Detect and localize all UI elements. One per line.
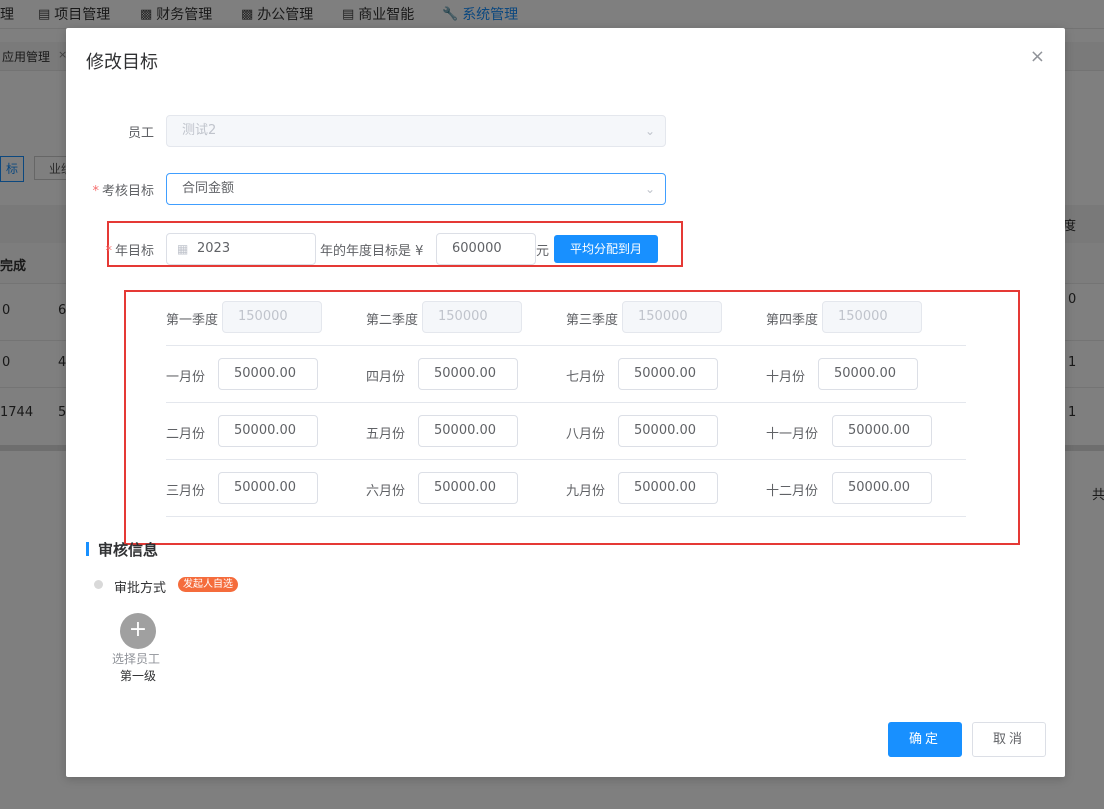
required-mark: * xyxy=(92,184,99,199)
level-label: 第一级 xyxy=(120,669,157,683)
quarter-label: 第一季度 xyxy=(166,313,219,328)
month-input[interactable]: 50000.00 xyxy=(832,472,932,504)
target-select[interactable]: 合同金额 ⌄ xyxy=(166,173,666,205)
year-label-text: 年目标 xyxy=(114,244,154,259)
quarter-value: 150000 xyxy=(238,309,288,324)
section-accent-bar xyxy=(86,542,89,556)
month-value: 50000.00 xyxy=(634,480,697,495)
grid-divider xyxy=(166,345,966,346)
month-label: 十一月份 xyxy=(766,427,819,442)
month-value: 50000.00 xyxy=(434,480,497,495)
target-label: * 考核目标 xyxy=(76,180,154,199)
month-input[interactable]: 50000.00 xyxy=(218,415,318,447)
month-value: 50000.00 xyxy=(434,366,497,381)
select-employee-label: 选择员工 xyxy=(112,652,161,666)
year-picker[interactable]: ▦ 2023 xyxy=(166,233,316,265)
required-mark: * xyxy=(105,244,112,259)
year-text: 年的年度目标是 ¥ xyxy=(320,244,424,259)
month-value: 50000.00 xyxy=(848,423,911,438)
calendar-icon: ▦ xyxy=(177,242,189,256)
approval-method-label: 审批方式 xyxy=(114,581,167,596)
month-value: 50000.00 xyxy=(434,423,497,438)
month-value: 50000.00 xyxy=(234,423,297,438)
employee-select: 测试2 ⌄ xyxy=(166,115,666,147)
distribute-button[interactable]: 平均分配到月 xyxy=(554,235,658,263)
month-input[interactable]: 50000.00 xyxy=(818,358,918,390)
month-label: 二月份 xyxy=(166,427,206,442)
target-value: 合同金额 xyxy=(182,181,235,196)
quarter-value: 150000 xyxy=(438,309,488,324)
quarter-label: 第二季度 xyxy=(366,313,419,328)
edit-target-dialog: 修改目标 × 员工 测试2 ⌄ * 考核目标 合同金额 ⌄ * 年目标 ▦ 2023… xyxy=(66,28,1065,777)
yuan-text: 元 xyxy=(536,244,550,259)
quarter-input: 150000 xyxy=(422,301,522,333)
month-input[interactable]: 50000.00 xyxy=(418,472,518,504)
review-section-title: 审核信息 xyxy=(98,541,159,559)
add-approver-button[interactable]: + xyxy=(120,613,156,649)
year-value: 2023 xyxy=(197,241,231,256)
quarter-input: 150000 xyxy=(622,301,722,333)
chevron-down-icon: ⌄ xyxy=(644,124,655,138)
month-input[interactable]: 50000.00 xyxy=(618,472,718,504)
month-label: 六月份 xyxy=(366,484,406,499)
grid-divider xyxy=(166,459,966,460)
month-value: 50000.00 xyxy=(634,366,697,381)
approval-badge: 发起人自选 xyxy=(178,577,238,592)
month-input[interactable]: 50000.00 xyxy=(832,415,932,447)
month-label: 三月份 xyxy=(166,484,206,499)
quarter-input: 150000 xyxy=(222,301,322,333)
cancel-button[interactable]: 取消 xyxy=(972,722,1046,757)
month-input[interactable]: 50000.00 xyxy=(218,358,318,390)
grid-divider xyxy=(166,402,966,403)
month-input[interactable]: 50000.00 xyxy=(218,472,318,504)
year-amount-value: 600000 xyxy=(452,241,502,256)
month-label: 七月份 xyxy=(566,370,606,385)
month-label: 十二月份 xyxy=(766,484,819,499)
target-label-text: 考核目标 xyxy=(101,184,154,199)
timeline-dot xyxy=(94,580,103,589)
month-label: 四月份 xyxy=(366,370,406,385)
month-label: 五月份 xyxy=(366,427,406,442)
close-icon[interactable]: × xyxy=(1030,46,1045,67)
month-value: 50000.00 xyxy=(234,480,297,495)
dialog-title: 修改目标 xyxy=(86,52,158,73)
quarter-input: 150000 xyxy=(822,301,922,333)
quarter-label: 第三季度 xyxy=(566,313,619,328)
month-label: 十月份 xyxy=(766,370,806,385)
chevron-down-icon: ⌄ xyxy=(644,182,655,196)
month-label: 一月份 xyxy=(166,370,206,385)
month-value: 50000.00 xyxy=(834,366,897,381)
quarter-value: 150000 xyxy=(838,309,888,324)
confirm-button[interactable]: 确定 xyxy=(888,722,962,757)
month-label: 九月份 xyxy=(566,484,606,499)
month-input[interactable]: 50000.00 xyxy=(418,358,518,390)
month-input[interactable]: 50000.00 xyxy=(618,415,718,447)
month-value: 50000.00 xyxy=(848,480,911,495)
employee-label: 员工 xyxy=(127,126,154,141)
grid-divider xyxy=(166,516,966,517)
quarter-label: 第四季度 xyxy=(766,313,819,328)
employee-value: 测试2 xyxy=(182,123,217,138)
quarter-value: 150000 xyxy=(638,309,688,324)
plus-icon: + xyxy=(128,617,148,642)
year-amount-input[interactable]: 600000 xyxy=(436,233,536,265)
month-input[interactable]: 50000.00 xyxy=(418,415,518,447)
year-label: * 年目标 xyxy=(86,240,154,259)
month-value: 50000.00 xyxy=(234,366,297,381)
month-input[interactable]: 50000.00 xyxy=(618,358,718,390)
month-value: 50000.00 xyxy=(634,423,697,438)
month-label: 八月份 xyxy=(566,427,606,442)
